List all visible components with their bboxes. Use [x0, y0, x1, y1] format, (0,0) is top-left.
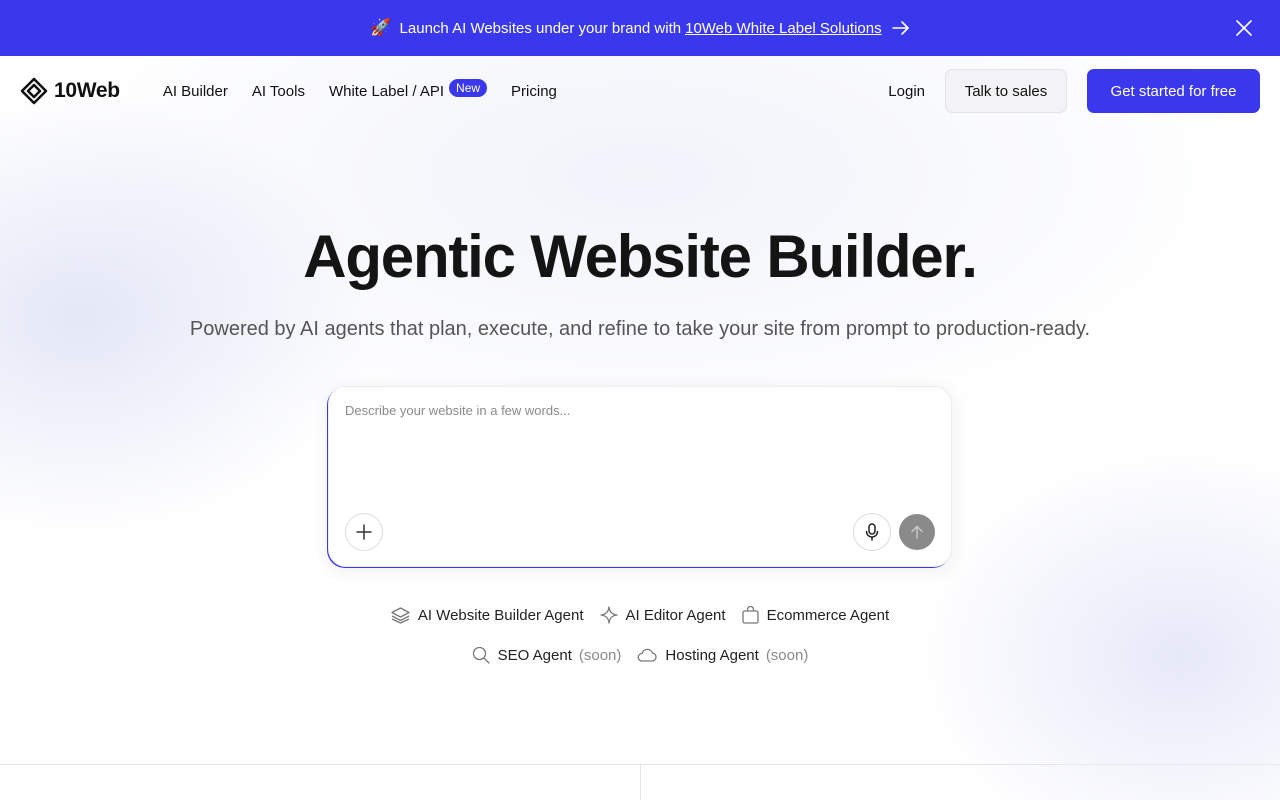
agent-label: Ecommerce Agent	[766, 606, 890, 624]
arrow-up-icon	[911, 525, 923, 539]
prompt-input[interactable]	[345, 403, 935, 503]
agent-ai-website-builder[interactable]: AI Website Builder Agent	[391, 606, 584, 624]
cloud-icon	[638, 648, 658, 662]
agent-label: AI Editor Agent	[625, 606, 726, 624]
prompt-box	[328, 386, 952, 567]
announcement-bar: 🚀 Launch AI Websites under your brand wi…	[0, 0, 1280, 56]
new-badge: New	[449, 79, 488, 97]
announcement-text: Launch AI Websites under your brand with	[399, 19, 682, 37]
arrow-right-icon[interactable]	[891, 21, 910, 35]
agent-seo[interactable]: SEO Agent (soon)	[472, 646, 622, 664]
agent-label: SEO Agent	[497, 646, 572, 664]
page-subtitle: Powered by AI agents that plan, execute,…	[189, 318, 1091, 340]
main-nav: AI Builder AI Tools White Label / API Ne…	[163, 79, 557, 100]
header-actions: Login Talk to sales Get started for free	[888, 69, 1260, 113]
sparkle-icon	[599, 606, 618, 624]
login-link[interactable]: Login	[888, 83, 925, 100]
section-divider-vertical	[640, 764, 641, 800]
soon-tag: (soon)	[578, 646, 622, 664]
logo-text: 10Web	[54, 79, 120, 102]
send-button[interactable]	[899, 514, 935, 550]
microphone-icon	[865, 523, 879, 541]
agent-label: Hosting Agent	[665, 646, 759, 664]
nav-ai-builder[interactable]: AI Builder	[163, 83, 228, 100]
agents-row-upcoming: SEO Agent (soon) Hosting Agent (soon)	[0, 646, 1280, 664]
logo-icon	[20, 77, 48, 105]
plus-icon	[356, 524, 372, 540]
talk-to-sales-button[interactable]: Talk to sales	[945, 69, 1067, 113]
nav-ai-tools[interactable]: AI Tools	[252, 83, 305, 100]
agent-hosting[interactable]: Hosting Agent (soon)	[637, 646, 808, 664]
agent-ai-editor[interactable]: AI Editor Agent	[599, 606, 726, 624]
get-started-button[interactable]: Get started for free	[1087, 69, 1260, 113]
announcement-link[interactable]: 10Web White Label Solutions	[685, 20, 882, 37]
search-icon	[472, 646, 490, 664]
layers-icon	[391, 606, 410, 624]
soon-tag: (soon)	[765, 646, 809, 664]
agents-row-primary: AI Website Builder Agent AI Editor Agent…	[0, 606, 1280, 624]
add-attachment-button[interactable]	[345, 513, 383, 551]
close-icon[interactable]	[1234, 18, 1254, 38]
rocket-icon: 🚀	[370, 18, 392, 37]
page-title: Agentic Website Builder.	[303, 223, 978, 290]
nav-pricing[interactable]: Pricing	[511, 83, 557, 100]
agent-ecommerce[interactable]: Ecommerce Agent	[741, 606, 890, 624]
voice-input-button[interactable]	[853, 513, 891, 551]
nav-white-label-api[interactable]: White Label / API New	[328, 79, 488, 100]
agent-label: AI Website Builder Agent	[417, 606, 584, 624]
site-header: 10Web AI Builder AI Tools White Label / …	[0, 56, 1280, 126]
shopping-bag-icon	[741, 606, 759, 624]
logo[interactable]: 10Web	[20, 77, 120, 105]
nav-white-label-label: White Label / API	[328, 82, 445, 100]
